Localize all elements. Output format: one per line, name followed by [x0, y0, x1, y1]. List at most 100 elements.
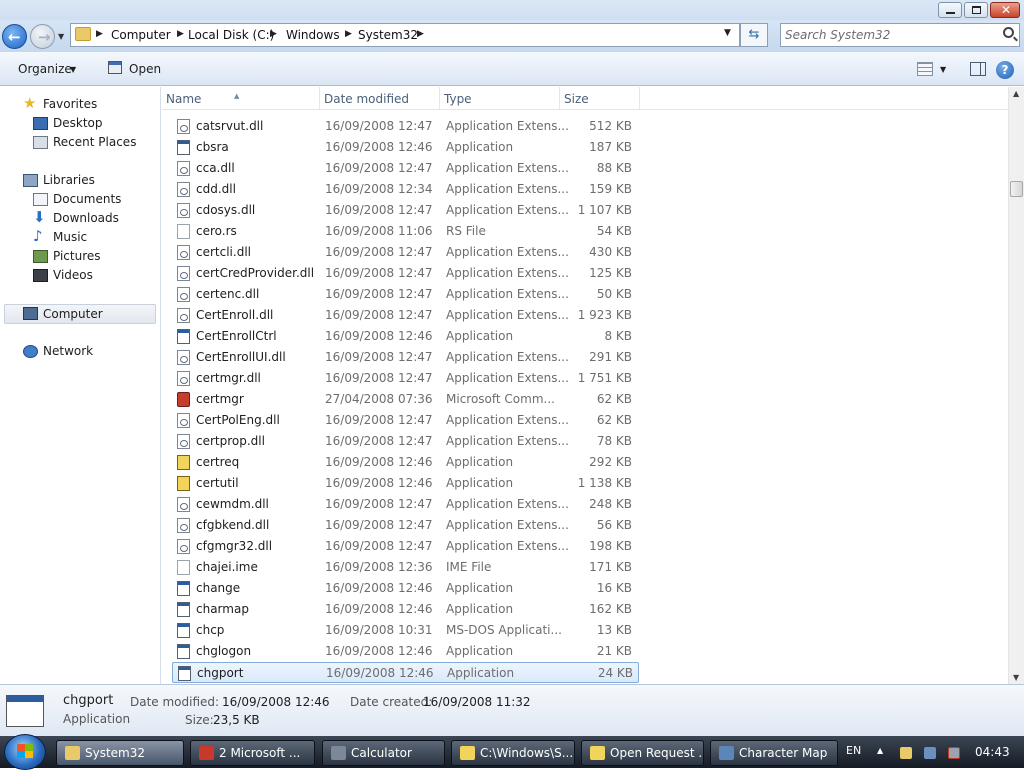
file-row[interactable]: change 16/09/2008 12:46 Application 16 KB — [172, 578, 639, 599]
file-row[interactable]: certreq 16/09/2008 12:46 Application 292 KB — [172, 452, 639, 473]
file-row[interactable]: cfgmgr32.dll 16/09/2008 12:47 Application … — [172, 536, 639, 557]
nav-computer[interactable]: Computer — [4, 304, 156, 324]
file-row[interactable]: chajei.ime 16/09/2008 12:36 IME File 171 KB — [172, 557, 639, 578]
nav-pictures[interactable]: Pictures — [33, 248, 153, 266]
nav-videos[interactable]: Videos — [33, 267, 153, 285]
nav-desktop[interactable]: Desktop — [33, 115, 153, 133]
vertical-scrollbar[interactable]: ▲ ▼ — [1008, 87, 1024, 684]
breadcrumb-separator-icon[interactable]: ▶ — [177, 29, 184, 39]
breadcrumb-local-disk[interactable]: Local Disk (C:) — [188, 28, 274, 42]
file-date-modified: 16/09/2008 12:47 — [325, 308, 433, 322]
file-row[interactable]: certmgr 27/04/2008 07:36 Microsoft Comm...… — [172, 389, 639, 410]
file-row[interactable]: CertPolEng.dll 16/09/2008 12:47 Applicatio… — [172, 410, 639, 431]
file-name: certreq — [196, 455, 240, 469]
file-row[interactable]: certutil 16/09/2008 12:46 Application 1 138… — [172, 473, 639, 494]
column-header-name[interactable]: Name ▲ — [162, 87, 320, 110]
breadcrumb-computer[interactable]: Computer — [111, 28, 171, 42]
volume-muted-icon[interactable] — [948, 747, 960, 759]
column-header-type[interactable]: Type — [440, 87, 560, 110]
nav-music[interactable]: ♪ Music — [33, 227, 153, 247]
dll-file-icon — [177, 203, 190, 218]
file-row[interactable]: catsrvut.dll 16/09/2008 12:47 Application … — [172, 116, 639, 137]
nav-network[interactable]: Network — [23, 343, 153, 361]
chevron-down-icon[interactable]: ▼ — [70, 65, 76, 74]
organize-button[interactable]: Organize — [18, 62, 72, 76]
file-type: Application — [446, 329, 514, 343]
recent-pages-dropdown[interactable]: ▼ — [58, 32, 64, 41]
file-row[interactable]: cero.rs 16/09/2008 11:06 RS File 54 KB — [172, 221, 639, 242]
file-row[interactable]: cewmdm.dll 16/09/2008 12:47 Application Ex… — [172, 494, 639, 515]
address-dropdown-icon[interactable]: ▼ — [724, 28, 731, 38]
show-hidden-icons-icon[interactable]: ▲ — [877, 746, 883, 755]
file-row[interactable]: CertEnrollCtrl 16/09/2008 12:46 Applicatio… — [172, 326, 639, 347]
views-icon[interactable] — [917, 62, 933, 76]
file-row[interactable]: chcp 16/09/2008 10:31 MS-DOS Applicati... 1… — [172, 620, 639, 641]
views-dropdown-icon[interactable]: ▼ — [940, 65, 946, 74]
breadcrumb-separator-icon[interactable]: ▶ — [270, 29, 277, 39]
refresh-button[interactable]: ⇆ — [740, 23, 768, 47]
nav-downloads[interactable]: ⬇ Downloads — [33, 208, 153, 228]
file-row[interactable]: charmap 16/09/2008 12:46 Application 162 KB — [172, 599, 639, 620]
file-row[interactable]: CertEnroll.dll 16/09/2008 12:47 Applicatio… — [172, 305, 639, 326]
scroll-up-icon[interactable]: ▲ — [1013, 89, 1019, 98]
help-icon[interactable]: ? — [996, 61, 1014, 79]
file-size: 162 KB — [589, 602, 632, 616]
nav-libraries[interactable]: Libraries — [23, 172, 153, 190]
language-indicator[interactable]: EN — [846, 744, 861, 757]
file-row[interactable]: chglogon 16/09/2008 12:46 Application 21 KB — [172, 641, 639, 662]
file-row[interactable]: certmgr.dll 16/09/2008 12:47 Application E… — [172, 368, 639, 389]
file-row[interactable]: cfgbkend.dll 16/09/2008 12:47 Application … — [172, 515, 639, 536]
network-tray-icon[interactable] — [924, 747, 936, 759]
file-type: IME File — [446, 560, 492, 574]
minimize-button[interactable] — [938, 2, 962, 18]
taskbar-app-icon — [65, 746, 80, 760]
taskbar-button[interactable]: Open Request ... — [581, 740, 704, 766]
column-header-size[interactable]: Size — [560, 87, 640, 110]
preview-pane-icon[interactable] — [970, 62, 986, 76]
file-row[interactable]: cca.dll 16/09/2008 12:47 Application Exten… — [172, 158, 639, 179]
download-icon: ⬇ — [33, 208, 46, 226]
file-name: certCredProvider.dll — [196, 266, 315, 280]
breadcrumb-windows[interactable]: Windows — [286, 28, 340, 42]
start-button[interactable] — [4, 734, 46, 770]
nav-favorites-label: Favorites — [43, 97, 98, 111]
nav-documents[interactable]: Documents — [33, 191, 153, 209]
clock[interactable]: 04:43 — [975, 745, 1010, 759]
taskbar-button[interactable]: Character Map — [710, 740, 838, 766]
file-row[interactable]: chgport 16/09/2008 12:46 Application 24 KB — [172, 662, 639, 683]
search-input[interactable] — [783, 26, 993, 44]
file-row[interactable]: certCredProvider.dll 16/09/2008 12:47 Appl… — [172, 263, 639, 284]
scroll-thumb[interactable] — [1010, 181, 1023, 197]
taskbar-button[interactable]: 2 Microsoft ... — [190, 740, 315, 766]
file-row[interactable]: certenc.dll 16/09/2008 12:47 Application E… — [172, 284, 639, 305]
column-header-date-modified[interactable]: Date modified — [320, 87, 440, 110]
file-row[interactable]: cdd.dll 16/09/2008 12:34 Application Exten… — [172, 179, 639, 200]
taskbar-button[interactable]: Calculator — [322, 740, 445, 766]
search-box[interactable] — [780, 23, 1020, 47]
file-row[interactable]: cbsra 16/09/2008 12:46 Application 187 KB — [172, 137, 639, 158]
address-bar[interactable]: ▶ Computer ▶ Local Disk (C:) ▶ Windows ▶… — [70, 23, 740, 47]
back-button[interactable]: ← — [2, 24, 27, 49]
search-icon[interactable] — [1003, 27, 1014, 38]
file-size: 8 KB — [604, 329, 632, 343]
breadcrumb-separator-icon[interactable]: ▶ — [417, 29, 424, 39]
taskbar-button[interactable]: System32 — [56, 740, 184, 766]
safely-remove-icon[interactable] — [900, 747, 912, 759]
taskbar-button[interactable]: C:\Windows\S... — [451, 740, 575, 766]
restore-icon — [972, 6, 981, 14]
taskbar-app-icon — [590, 746, 605, 760]
file-row[interactable]: certcli.dll 16/09/2008 12:47 Application E… — [172, 242, 639, 263]
file-row[interactable]: cdosys.dll 16/09/2008 12:47 Application Ex… — [172, 200, 639, 221]
maximize-button[interactable] — [964, 2, 988, 18]
breadcrumb-system32[interactable]: System32 — [358, 28, 418, 42]
file-row[interactable]: certprop.dll 16/09/2008 12:47 Application … — [172, 431, 639, 452]
forward-button[interactable]: → — [30, 24, 55, 49]
file-row[interactable]: CertEnrollUI.dll 16/09/2008 12:47 Applicat… — [172, 347, 639, 368]
breadcrumb-separator-icon[interactable]: ▶ — [345, 29, 352, 39]
nav-favorites[interactable]: ★ Favorites — [23, 94, 153, 114]
nav-recent-places[interactable]: Recent Places — [33, 134, 153, 152]
file-name: cewmdm.dll — [196, 497, 269, 511]
close-button[interactable]: ✕ — [990, 2, 1020, 18]
scroll-down-icon[interactable]: ▼ — [1013, 673, 1019, 682]
nav-recent-places-label: Recent Places — [53, 135, 137, 149]
